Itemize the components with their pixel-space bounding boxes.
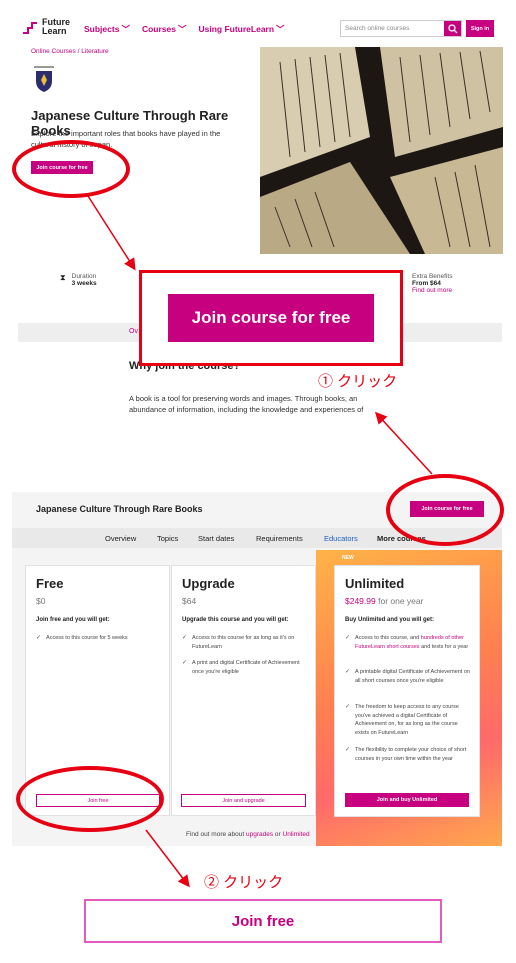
nav-courses[interactable]: Courses ﹀ <box>142 23 187 35</box>
plan-card-free <box>25 565 170 772</box>
plan-feature: ✓ A print and digital Certificate of Achi… <box>182 660 300 675</box>
logo-mark-icon <box>23 22 37 34</box>
highlight-ellipse-2 <box>386 474 504 546</box>
new-badge: NEW <box>342 555 354 561</box>
plan-feature: ✓ A printable digital Certificate of Achi… <box>345 669 470 684</box>
zoom-callout-join: Join course for free <box>139 270 403 366</box>
checkmark-icon: ✓ <box>345 669 351 675</box>
chevron-down-icon: ﹀ <box>177 24 187 34</box>
checkmark-icon: ✓ <box>345 704 351 710</box>
plan-price-free: $0 <box>36 596 46 606</box>
search-box: Search online courses <box>340 20 462 37</box>
plan-feature: ✓ Access to this course, and hundreds of … <box>345 635 469 650</box>
checkmark-icon: ✓ <box>345 747 351 753</box>
nav-using-futurelearn[interactable]: Using FutureLearn ﹀ <box>198 23 284 35</box>
click-annotation-2: ② クリック <box>204 874 284 891</box>
plan-price-upgrade: $64 <box>182 596 197 606</box>
click-annotation-1: ① クリック <box>318 373 398 390</box>
search-input[interactable]: Search online courses <box>341 25 444 32</box>
plan-price-unlimited: $249.99 for one year <box>345 596 424 606</box>
join-free-button-zoomed[interactable]: Join free <box>84 899 442 943</box>
hourglass-icon: ⧗ <box>60 273 66 282</box>
tab-overview[interactable]: Ov <box>129 328 138 335</box>
nav-subjects[interactable]: Subjects ﹀ <box>84 23 130 35</box>
sign-in-button[interactable]: Sign in <box>466 20 494 37</box>
futurelearn-logo[interactable]: Future Learn <box>22 18 70 36</box>
upgrades-link[interactable]: upgrades <box>246 831 273 838</box>
search-icon <box>447 23 457 33</box>
tab-start-dates[interactable]: Start dates <box>198 534 234 543</box>
plan-name-unlimited: Unlimited <box>345 576 405 591</box>
checkmark-icon: ✓ <box>345 635 351 641</box>
highlight-ellipse-1 <box>12 140 130 198</box>
why-join-body: A book is a tool for preserving words an… <box>129 394 364 414</box>
arrow-2 <box>374 411 433 475</box>
checkmark-icon: ✓ <box>36 635 42 641</box>
plan-lead-unlimited: Buy Unlimited and you will get: <box>345 617 435 623</box>
join-course-button-zoomed[interactable]: Join course for free <box>168 294 374 342</box>
plan-feature: ✓ Access to this course for 5 weeks <box>36 635 128 641</box>
checkmark-icon: ✓ <box>182 635 188 641</box>
plan-feature: ✓ Access to this course for as long as it… <box>182 635 295 650</box>
duration-stat: ⧗ Duration 3 weeks <box>60 273 97 287</box>
join-and-buy-unlimited-button[interactable]: Join and buy Unlimited <box>345 793 469 807</box>
plan-lead-free: Join free and you will get: <box>36 617 110 623</box>
chevron-down-icon: ﹀ <box>276 24 285 34</box>
plans-footer-note: Find out more about upgrades or Unlimite… <box>186 831 310 838</box>
sticky-course-title: Japanese Culture Through Rare Books <box>36 504 203 514</box>
hero-image-books <box>260 47 503 254</box>
plan-lead-upgrade: Upgrade this course and you will get: <box>182 617 289 623</box>
search-button[interactable] <box>444 21 461 36</box>
logo-line-2: Learn <box>42 26 67 36</box>
breadcrumb[interactable]: Online Courses / Literature <box>31 48 109 55</box>
join-and-upgrade-button[interactable]: Join and upgrade <box>181 794 306 807</box>
tab-overview[interactable]: Overview <box>105 534 136 543</box>
plan-name-upgrade: Upgrade <box>182 576 235 591</box>
checkmark-icon: ✓ <box>182 660 188 666</box>
plan-feature: ✓ The freedom to keep access to any cours… <box>345 704 459 736</box>
find-out-more-link[interactable]: Find out more <box>412 287 452 294</box>
tab-requirements[interactable]: Requirements <box>256 534 303 543</box>
plan-name-free: Free <box>36 576 64 591</box>
extra-benefits-stat: Extra Benefits From $64 Find out more <box>412 273 453 294</box>
arrow-1 <box>87 195 136 271</box>
chevron-down-icon: ﹀ <box>121 24 130 34</box>
main-nav: Subjects ﹀ Courses ﹀ Using FutureLearn ﹀ <box>84 23 285 35</box>
university-crest-icon <box>34 66 54 92</box>
tab-educators[interactable]: Educators <box>324 534 358 543</box>
tab-topics[interactable]: Topics <box>157 534 178 543</box>
highlight-ellipse-3 <box>16 766 164 832</box>
unlimited-link[interactable]: Unlimited <box>283 831 310 838</box>
plan-feature: ✓ The flexibility to complete your choice… <box>345 747 467 762</box>
